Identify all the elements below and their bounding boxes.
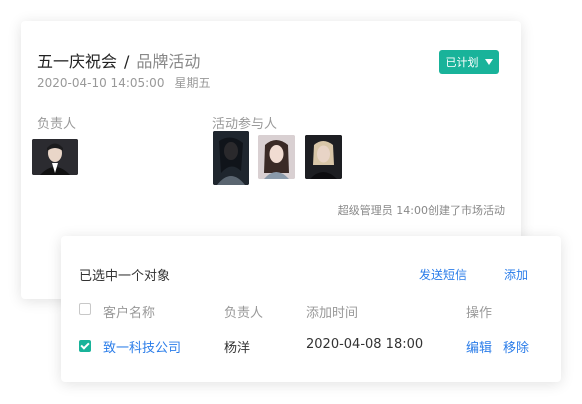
selection-panel: 已选中一个对象 发送短信 添加 客户名称 负责人 添加时间 操作 致一科技公司 … xyxy=(61,236,561,382)
title-separator: / xyxy=(124,52,130,71)
event-title: 五一庆祝会 xyxy=(37,52,118,71)
status-label: 已计划 xyxy=(445,56,479,69)
event-category: 品牌活动 xyxy=(136,52,201,71)
row-added-time: 2020-04-08 18:00 xyxy=(306,337,424,352)
participant-avatar[interactable] xyxy=(258,135,295,179)
participant-avatar[interactable] xyxy=(213,131,249,185)
participants-section-label: 活动参与人 xyxy=(212,117,278,132)
event-weekday: 星期五 xyxy=(174,76,211,90)
select-all-checkbox[interactable] xyxy=(79,303,91,315)
owner-section-label: 负责人 xyxy=(37,117,77,132)
activity-log: 超级管理员 14:00创建了市场活动 xyxy=(337,204,505,217)
customer-name-link[interactable]: 致一科技公司 xyxy=(103,337,181,356)
column-header-customer-name: 客户名称 xyxy=(103,306,156,321)
send-sms-link[interactable]: 发送短信 xyxy=(419,266,467,283)
row-checkbox[interactable] xyxy=(79,339,91,352)
row-owner: 杨洋 xyxy=(224,341,251,356)
event-title-row: 五一庆祝会 / 品牌活动 xyxy=(37,48,200,72)
remove-link[interactable]: 移除 xyxy=(503,337,529,356)
owner-avatar[interactable] xyxy=(32,139,78,175)
participant-avatar[interactable] xyxy=(305,135,342,179)
caret-down-icon xyxy=(484,59,493,65)
column-header-actions: 操作 xyxy=(466,306,493,321)
event-datetime: 2020-04-10 14:05:00 星期五 xyxy=(37,74,210,91)
add-link[interactable]: 添加 xyxy=(504,266,528,283)
selection-title: 已选中一个对象 xyxy=(79,269,171,284)
column-header-added-time: 添加时间 xyxy=(306,306,359,321)
status-dropdown-button[interactable]: 已计划 xyxy=(439,50,499,74)
check-icon xyxy=(80,339,90,350)
edit-link[interactable]: 编辑 xyxy=(466,337,492,356)
event-date: 2020-04-10 14:05:00 xyxy=(37,76,165,90)
column-header-owner: 负责人 xyxy=(224,306,264,321)
